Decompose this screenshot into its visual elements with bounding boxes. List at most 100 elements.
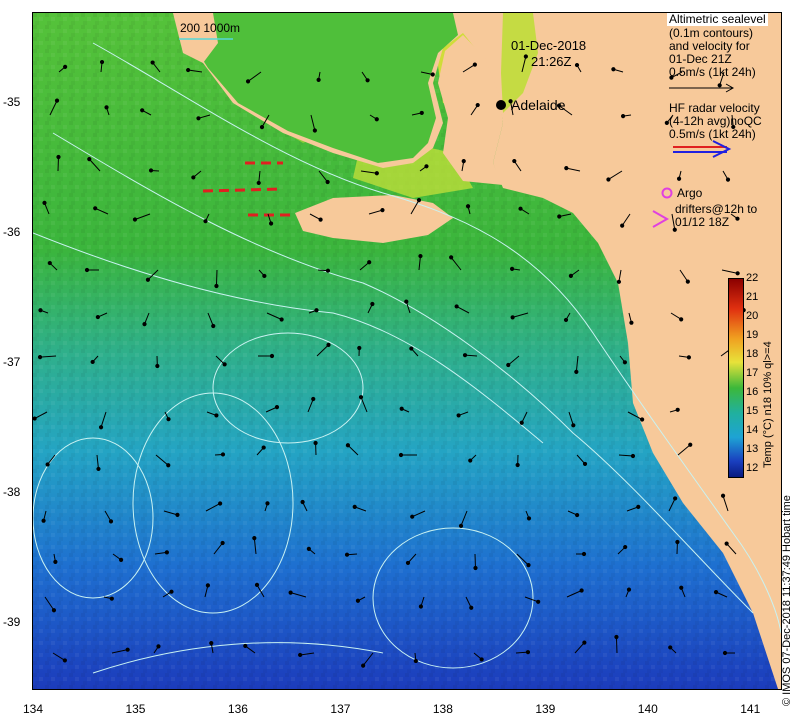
colorbar-tick-label: 21 [746,291,759,303]
velocity-arrow-head [47,260,52,266]
colorbar-tick-label: 18 [746,348,759,360]
colorbar-tick-label: 17 [746,367,759,379]
velocity-arrow-head [472,62,477,67]
velocity-arrow-head [724,541,729,546]
velocity-arrow-head [62,658,67,663]
velocity-arrow-head [468,458,473,463]
velocity-arrow-head [620,223,625,228]
velocity-arrow-head [430,72,435,77]
velocity-arrow-head [104,105,109,110]
velocity-arrow-head [256,180,261,186]
velocity-arrow-head [156,644,161,649]
velocity-arrow-head [686,355,692,360]
y-tick-label: -36 [3,225,21,239]
velocity-arrow-head [268,221,274,226]
velocity-arrow-head [664,120,669,125]
velocity-arrow-head [252,535,257,541]
x-tick-label: 137 [330,702,351,716]
velocity-arrow-head [510,315,515,320]
velocity-arrow-head [374,171,379,176]
velocity-arrow-head [380,208,385,213]
x-tick-label: 136 [227,702,248,716]
velocity-arrow-head [63,64,68,69]
velocity-arrow-head [475,102,480,108]
velocity-arrow-head [413,658,418,664]
velocity-arrow-head [108,519,114,524]
velocity-arrow-head [370,301,375,307]
y-tick-label: -38 [3,485,21,499]
velocity-arrow-head [418,253,423,259]
velocity-arrow-head [93,206,98,211]
velocity-arrow-head [606,177,611,182]
colorbar [728,278,744,478]
velocity-arrow-head [424,164,429,169]
velocity-arrow-head [186,67,191,73]
velocity-arrow-head [298,652,303,658]
velocity-arrow-head [526,516,532,521]
copyright-text: © IMOS 07-Dec-2018 11:37:49 Hobart time [781,495,793,706]
velocity-arrow-head [53,559,58,564]
velocity-arrow-head [616,279,622,284]
velocity-arrow-head [563,317,569,323]
velocity-arrow-head [222,362,227,367]
velocity-arrow-head [418,604,424,609]
velocity-arrow-head [148,168,154,173]
velocity-arrow-head [523,54,528,59]
velocity-arrow-head [313,440,318,446]
velocity-arrow-head [259,125,265,130]
velocity-arrow-head [526,563,531,568]
velocity-arrow-head [118,557,124,562]
velocity-arrow-head [509,266,515,271]
velocity-arrow-head [45,462,50,467]
legend-sealevel: Altimetric sealevel [667,13,768,26]
velocity-arrow-head [405,560,411,566]
velocity-arrow-head [536,599,541,604]
velocity-arrow-head [571,423,576,428]
velocity-arrow-head [214,413,219,418]
velocity-arrow-head [462,353,468,358]
velocity-arrow-head [668,645,673,650]
velocity-arrow-head [626,587,632,592]
velocity-arrow-head [473,565,478,571]
velocity-arrow-head [125,647,130,652]
velocity-arrow-head [220,452,226,457]
velocity-arrow-head [355,598,361,603]
velocity-arrow-head [675,407,680,412]
velocity-arrow-head [479,657,484,662]
velocity-arrow-head [42,200,47,205]
velocity-arrow-head [465,204,471,209]
velocity-arrow-head [398,452,404,458]
legend-radar-line3: 0.5m/s (1kt 24h) [669,127,756,141]
city-label-adelaide: Adelaide [511,97,566,113]
velocity-arrow-head [166,417,171,422]
map-panel[interactable]: 200 1000m 01-Dec-2018 21:26Z Adelaide Al… [32,12,782,690]
velocity-arrow-head [262,273,267,279]
y-tick-label: -39 [3,615,21,629]
velocity-arrow-head [582,640,587,645]
legend-argo-label: Argo [677,186,703,200]
velocity-arrow-head [326,342,331,347]
map-date: 01-Dec-2018 [511,38,587,53]
velocity-arrow-head [416,198,422,203]
scale-legend-label: 200 1000m [180,21,241,35]
velocity-arrow-head [735,271,740,276]
velocity-arrow [615,636,618,654]
velocity-arrow-head [679,317,684,322]
velocity-arrow-head [145,277,151,282]
legend-sealevel-rest: (0.1m contours) and velocity for 01-Dec … [669,27,756,79]
x-tick-label: 139 [535,702,556,716]
velocity-arrow-head [306,546,311,551]
velocity-arrow-head [688,442,693,447]
velocity-arrow-head [519,420,524,425]
x-tick-label: 140 [637,702,658,716]
velocity-arrow-head [623,544,628,550]
velocity-arrow-head [574,369,579,375]
velocity-arrow-head [720,493,726,498]
velocity-arrow-head [140,108,145,113]
velocity-arrow-head [312,128,317,133]
velocity-arrow-head [640,417,645,422]
velocity-arrow-head [574,62,580,68]
velocity-arrow-head [357,345,362,351]
x-tick-label: 134 [23,702,44,716]
velocity-arrow-head [84,267,90,273]
